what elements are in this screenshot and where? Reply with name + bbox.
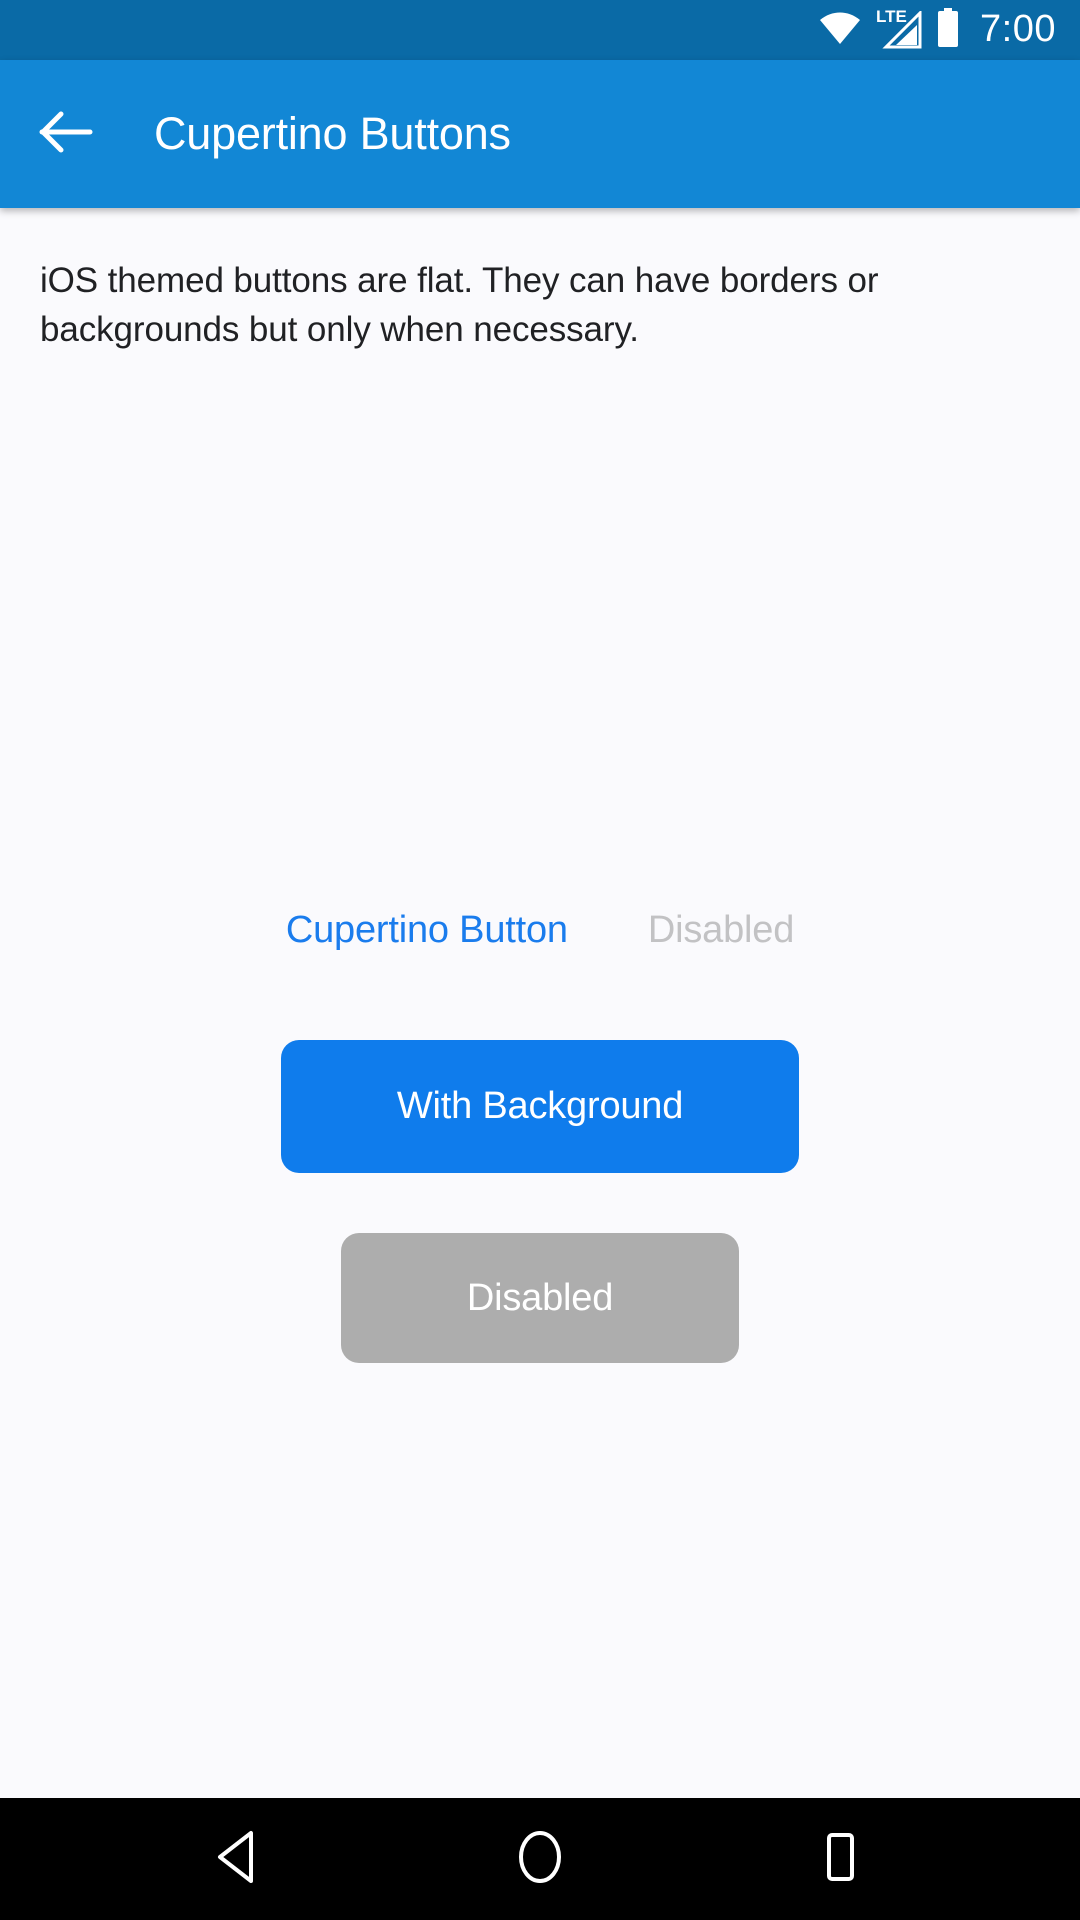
with-background-disabled-button: Disabled [341, 1233, 739, 1363]
battery-full-icon [936, 7, 960, 53]
status-bar-icons: LTE 7:00 [818, 7, 1056, 53]
wifi-icon [818, 11, 862, 50]
app-bar: Cupertino Buttons [0, 60, 1080, 208]
cupertino-button[interactable]: Cupertino Button [286, 908, 568, 952]
phone-screen: LTE 7:00 Cupertino Buttons iOS themed bu… [0, 0, 1080, 1920]
signal-bars-icon: LTE [876, 8, 922, 49]
triangle-back-icon [213, 1828, 267, 1891]
status-bar-clock: 7:00 [980, 8, 1056, 50]
description-text: iOS themed buttons are flat. They can ha… [40, 261, 879, 349]
cupertino-button-disabled: Disabled [647, 909, 795, 951]
arrow-left-icon [38, 109, 94, 160]
nav-home-button[interactable] [480, 1809, 600, 1909]
nav-recents-button[interactable] [780, 1809, 900, 1909]
text-button-row: Cupertino Button Disabled [286, 908, 794, 952]
square-recents-icon [816, 1828, 864, 1891]
circle-home-icon [514, 1828, 566, 1891]
android-nav-bar [0, 1798, 1080, 1920]
nav-back-button[interactable] [180, 1809, 300, 1909]
content-area: iOS themed buttons are flat. They can ha… [0, 208, 1080, 1798]
with-background-button[interactable]: With Background [281, 1040, 799, 1173]
buttons-stack: Cupertino Button Disabled With Backgroun… [0, 908, 1080, 1363]
back-button[interactable] [34, 102, 98, 166]
status-bar: LTE 7:00 [0, 0, 1080, 60]
page-title: Cupertino Buttons [154, 108, 511, 159]
